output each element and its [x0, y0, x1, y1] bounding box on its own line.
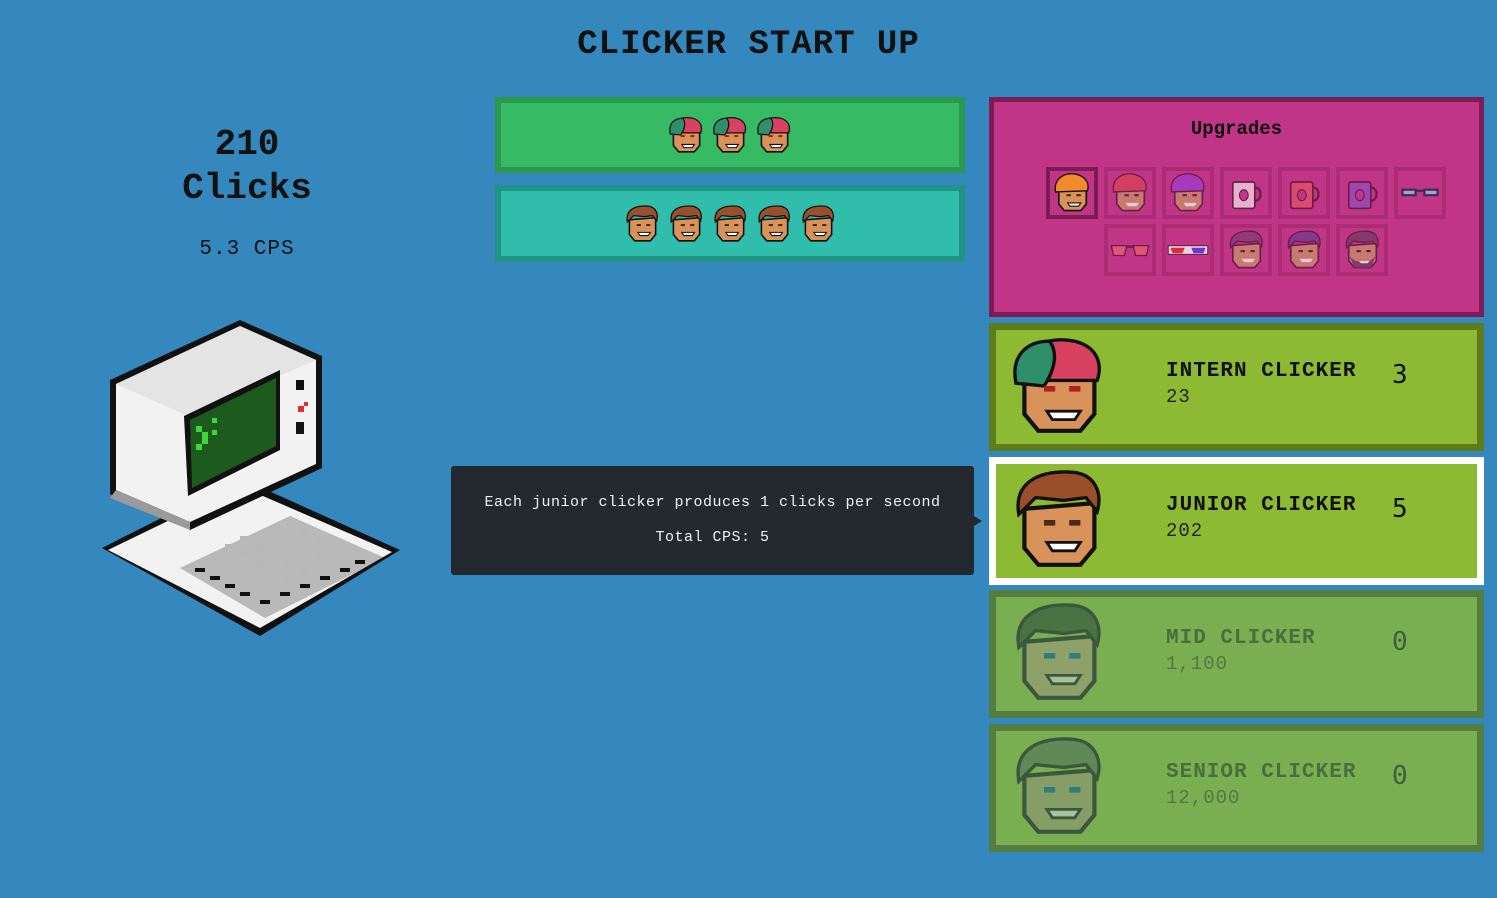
store-item-mid-clicker[interactable]: MID CLICKER 1,100 0 — [989, 590, 1484, 718]
upgrade-orange-beanie[interactable] — [1046, 167, 1098, 219]
red-mug-icon — [1282, 171, 1326, 215]
purple-mug-icon — [1340, 171, 1384, 215]
white-mug-icon — [1224, 171, 1268, 215]
purple-beanie-face-icon — [1170, 173, 1205, 212]
store-item-count: 0 — [1392, 761, 1408, 791]
tooltip: Each junior clicker produces 1 clicks pe… — [451, 466, 982, 575]
store-item-count: 3 — [1392, 360, 1408, 390]
upgrades-row — [1016, 224, 1476, 276]
computer-click-button[interactable] — [100, 318, 402, 644]
junior-face-icon — [1002, 464, 1114, 576]
upgrade-black-glasses[interactable] — [1394, 167, 1446, 219]
junior-face-icon — [621, 203, 663, 245]
store-item-name: MID CLICKER — [1166, 627, 1316, 650]
clicks-count: 210 — [214, 124, 280, 165]
store-item-name: SENIOR CLICKER — [1166, 761, 1357, 784]
store-item-count: 0 — [1392, 627, 1408, 657]
store-item-price: 1,100 — [1166, 653, 1229, 675]
tooltip-arrow — [974, 516, 982, 526]
red-sunglasses-icon — [1110, 244, 1150, 257]
store-item-intern-clicker[interactable]: INTERN CLICKER 23 3 — [989, 323, 1484, 451]
store-item-price: 23 — [1166, 386, 1191, 408]
red-beanie-face-icon — [1112, 173, 1147, 212]
upgrade-purple-hair-face-2[interactable] — [1278, 224, 1330, 276]
upgrade-red-beanie[interactable] — [1104, 167, 1156, 219]
junior-bar — [495, 185, 965, 262]
junior-face-icon — [709, 203, 751, 245]
store-item-senior-clicker[interactable]: SENIOR CLICKER 12,000 0 — [989, 724, 1484, 852]
upgrades-panel: Upgrades — [989, 97, 1484, 317]
intern-face-icon — [709, 114, 751, 156]
upgrade-purple-hair-face[interactable] — [1220, 224, 1272, 276]
mid-face-icon — [1002, 597, 1114, 709]
3d-glasses-icon — [1167, 245, 1209, 255]
intern-face-icon — [1002, 330, 1114, 442]
black-glasses-icon — [1401, 188, 1439, 197]
orange-beanie-face-icon — [1054, 173, 1089, 212]
intern-bar — [495, 97, 965, 173]
upgrades-title: Upgrades — [1190, 118, 1283, 140]
junior-face-icon — [665, 203, 707, 245]
cps-rate: 5.3 CPS — [199, 238, 295, 261]
upgrade-red-mug[interactable] — [1278, 167, 1330, 219]
junior-face-icon — [753, 203, 795, 245]
tooltip-total-cps: Total CPS: 5 — [655, 529, 770, 546]
store-item-price: 12,000 — [1166, 787, 1241, 809]
bearded-face-icon — [1345, 230, 1379, 269]
computer-icon — [102, 320, 400, 636]
tooltip-description: Each junior clicker produces 1 clicks pe… — [484, 494, 941, 511]
senior-face-icon — [1002, 731, 1114, 843]
clicks-label: Clicks — [182, 168, 312, 209]
upgrades-row — [1016, 167, 1476, 219]
upgrade-red-sunglasses[interactable] — [1104, 224, 1156, 276]
purple-hair-face-icon — [1229, 230, 1263, 269]
store-item-count: 5 — [1392, 494, 1408, 524]
upgrade-bearded-face[interactable] — [1336, 224, 1388, 276]
purple-hair-face-2-icon — [1287, 230, 1321, 269]
store-item-name: INTERN CLICKER — [1166, 360, 1357, 383]
intern-face-icon — [753, 114, 795, 156]
upgrade-white-mug[interactable] — [1220, 167, 1272, 219]
store-item-name: JUNIOR CLICKER — [1166, 494, 1357, 517]
store-item-junior-clicker[interactable]: JUNIOR CLICKER 202 5 — [989, 457, 1484, 585]
upgrade-purple-beanie[interactable] — [1162, 167, 1214, 219]
upgrade-purple-mug[interactable] — [1336, 167, 1388, 219]
game-title: CLICKER START UP — [577, 26, 920, 64]
upgrades-grid — [1016, 167, 1476, 281]
store-item-price: 202 — [1166, 520, 1204, 542]
upgrade-3d-glasses[interactable] — [1162, 224, 1214, 276]
intern-face-icon — [665, 114, 707, 156]
junior-face-icon — [797, 203, 839, 245]
